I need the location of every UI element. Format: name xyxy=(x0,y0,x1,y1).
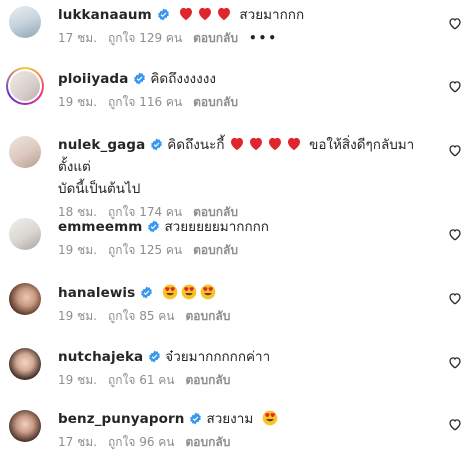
comment-username[interactable]: lukkanaaum xyxy=(58,7,152,23)
reply-button[interactable]: ตอบกลับ xyxy=(193,31,238,45)
red-heart-emoji xyxy=(199,7,212,21)
verified-badge-icon xyxy=(141,286,153,299)
verified-badge-icon xyxy=(134,72,146,85)
heart-eyes-emoji xyxy=(181,284,196,300)
comment-time: 17 ชม. xyxy=(58,31,97,45)
heart-eyes-emoji xyxy=(262,410,277,426)
heart-eyes-emoji xyxy=(200,284,215,300)
red-heart-emoji xyxy=(230,137,243,151)
avatar[interactable] xyxy=(9,136,41,168)
comment-text: สวยยยยยมากกกก xyxy=(164,219,269,235)
comment-item: nutchajeka จ๋วยมากกกกกค่าา 19 ชม. ถูกใจ 61… xyxy=(0,340,474,400)
heart-outline-icon[interactable] xyxy=(448,144,462,157)
verified-badge-icon xyxy=(157,8,169,21)
verified-badge-icon xyxy=(190,412,202,425)
avatar[interactable] xyxy=(6,67,44,105)
comment-time: 19 ชม. xyxy=(58,373,97,387)
heart-eyes-emoji xyxy=(162,284,177,300)
comment-text: คิดถึงงงงงง xyxy=(150,71,216,87)
comment-item: emmeemm สวยยยยยมากกกก 19 ชม. ถูกใจ 125 คน ต… xyxy=(0,212,474,272)
comment-text-prefix: คิดถึงนะกี้ xyxy=(167,137,225,153)
avatar[interactable] xyxy=(9,283,41,315)
avatar[interactable] xyxy=(9,410,41,442)
verified-badge-icon xyxy=(149,350,161,363)
comment-item: ploiiyada คิดถึงงงงงง 19 ชม. ถูกใจ 116 คน ต… xyxy=(0,60,474,120)
comment-username[interactable]: nutchajeka xyxy=(58,349,143,365)
comment-text: สวยงาม xyxy=(206,411,254,427)
comment-item: nulek_gaga คิดถึงนะกี้ ขอให้สิ่งดีๆกลับมา… xyxy=(0,126,474,219)
comment-item: lukkanaaum สวยมากกก 17 ชม. ถูกใจ 129 คน ตอ… xyxy=(0,0,474,58)
verified-badge-icon xyxy=(151,138,163,151)
comment-time: 17 ชม. xyxy=(58,435,97,449)
comment-username[interactable]: hanalewis xyxy=(58,285,135,301)
reply-button[interactable]: ตอบกลับ xyxy=(186,373,231,387)
avatar[interactable] xyxy=(9,6,41,38)
comment-item: hanalewis 19 ชม. ถูกใจ 85 คน ตอบกลับ xyxy=(0,276,474,336)
heart-outline-icon[interactable] xyxy=(448,418,462,431)
like-count[interactable]: ถูกใจ 116 คน xyxy=(108,95,182,109)
heart-emojis xyxy=(229,137,309,153)
heart-outline-icon[interactable] xyxy=(448,17,462,30)
more-options-icon[interactable]: ••• xyxy=(249,31,278,45)
avatar[interactable] xyxy=(9,348,41,380)
comment-text: สวยมากกก xyxy=(239,7,305,23)
verified-badge-icon xyxy=(148,220,160,233)
heart-outline-icon[interactable] xyxy=(448,292,462,305)
heart-eyes-emojis xyxy=(162,284,219,301)
like-count[interactable]: ถูกใจ 96 คน xyxy=(108,435,175,449)
avatar[interactable] xyxy=(9,218,41,250)
like-count[interactable]: ถูกใจ 61 คน xyxy=(108,373,175,387)
comment-username[interactable]: emmeemm xyxy=(58,219,142,235)
reply-button[interactable]: ตอบกลับ xyxy=(186,309,231,323)
heart-outline-icon[interactable] xyxy=(448,228,462,241)
comment-time: 19 ชม. xyxy=(58,309,97,323)
red-heart-emoji xyxy=(180,7,193,21)
heart-emojis xyxy=(178,7,239,23)
heart-outline-icon[interactable] xyxy=(448,80,462,93)
heart-outline-icon[interactable] xyxy=(448,356,462,369)
comment-item: benz_punyaporn สวยงาม 17 ชม. ถูกใจ 96 คน ตอ… xyxy=(0,402,474,455)
reply-button[interactable]: ตอบกลับ xyxy=(193,243,238,257)
red-heart-emoji xyxy=(268,137,281,151)
comment-text: จ๋วยมากกกกกค่าา xyxy=(165,349,271,365)
reply-button[interactable]: ตอบกลับ xyxy=(186,435,231,449)
red-heart-emoji xyxy=(218,7,231,21)
comment-username[interactable]: benz_punyaporn xyxy=(58,411,184,427)
comment-username[interactable]: nulek_gaga xyxy=(58,137,145,153)
comment-username[interactable]: ploiiyada xyxy=(58,71,128,87)
red-heart-emoji xyxy=(287,137,300,151)
like-count[interactable]: ถูกใจ 85 คน xyxy=(108,309,175,323)
reply-button[interactable]: ตอบกลับ xyxy=(193,95,238,109)
like-count[interactable]: ถูกใจ 129 คน xyxy=(108,31,182,45)
comment-time: 19 ชม. xyxy=(58,243,97,257)
like-count[interactable]: ถูกใจ 125 คน xyxy=(108,243,182,257)
comment-text-continued: บัดนี้เป็นต้นไป xyxy=(58,181,141,197)
comment-time: 19 ชม. xyxy=(58,95,97,109)
red-heart-emoji xyxy=(249,137,262,151)
